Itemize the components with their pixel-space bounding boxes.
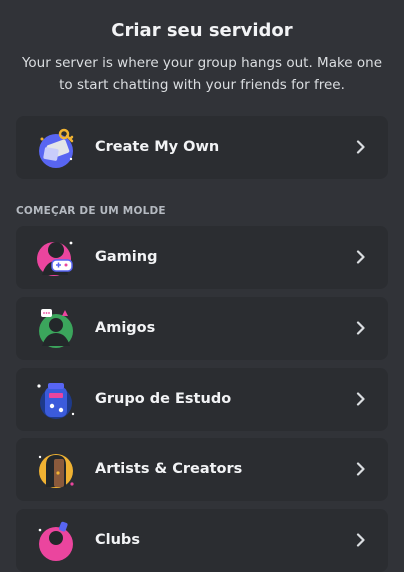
template-study-group-button[interactable]: Grupo de Estudo — [16, 368, 388, 431]
create-server-icon — [39, 128, 74, 168]
template-study-group-label: Grupo de Estudo — [95, 391, 232, 407]
gaming-icon — [37, 241, 73, 276]
chevron-right-icon — [356, 321, 365, 335]
template-clubs-button[interactable]: Clubs — [16, 509, 388, 572]
artists-icon — [38, 454, 74, 488]
chevron-right-icon — [356, 462, 365, 476]
chevron-right-icon — [356, 140, 365, 154]
template-gaming-label: Gaming — [95, 249, 158, 265]
template-clubs-label: Clubs — [95, 532, 140, 548]
chevron-right-icon — [356, 533, 365, 547]
template-section-header: COMEÇAR DE UM MOLDE — [16, 205, 166, 217]
page-title: Criar seu servidor — [111, 20, 293, 41]
study-group-icon — [37, 383, 75, 419]
template-friends-label: Amigos — [95, 320, 156, 336]
template-artists-button[interactable]: Artists & Creators — [16, 438, 388, 501]
template-friends-button[interactable]: Amigos — [16, 297, 388, 360]
create-my-own-label: Create My Own — [95, 139, 220, 155]
create-my-own-button[interactable]: Create My Own — [16, 116, 388, 179]
friends-icon — [39, 309, 73, 348]
clubs-icon — [38, 521, 73, 561]
chevron-right-icon — [356, 250, 365, 264]
page-subtitle: Your server is where your group hangs ou… — [21, 55, 383, 93]
template-gaming-button[interactable]: Gaming — [16, 226, 388, 289]
chevron-right-icon — [356, 392, 365, 406]
template-artists-label: Artists & Creators — [95, 461, 243, 477]
